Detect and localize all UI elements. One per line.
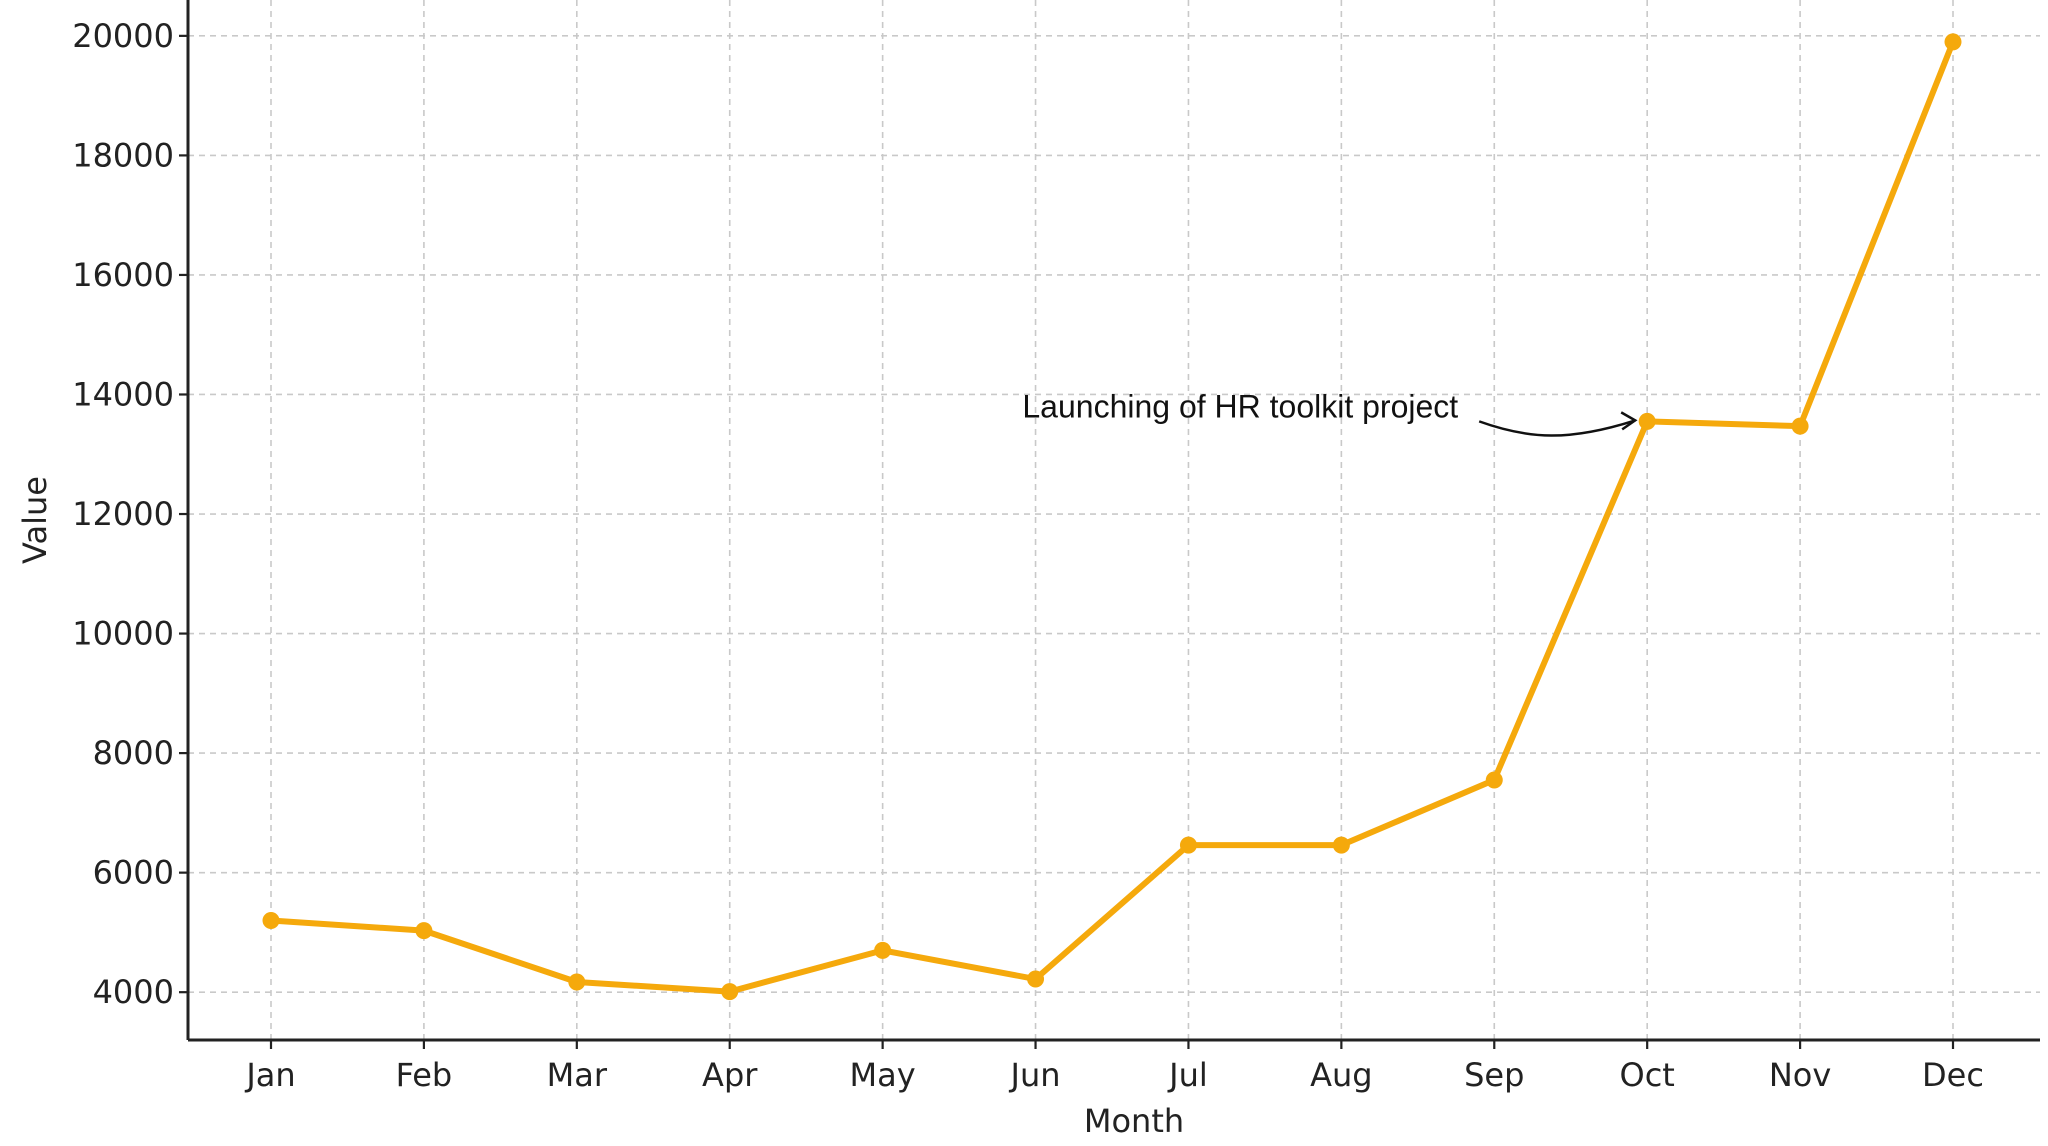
y-tick-label: 16000 [72, 256, 174, 294]
x-tick-label: Oct [1620, 1056, 1675, 1094]
series-layer [262, 33, 1962, 1001]
grid-layer [188, 0, 2040, 1040]
data-point [415, 922, 433, 940]
data-point [1638, 412, 1656, 430]
data-point [874, 941, 892, 959]
data-point [1944, 33, 1962, 51]
line-chart: 4000 6000 8000 10000 12000 14000 16000 18000 200… [0, 0, 2048, 1146]
series-line [268, 38, 1956, 995]
y-axis-title: Value [16, 476, 54, 564]
annotation-layer: Launching of HR toolkit project [1022, 388, 1638, 437]
annotation-arrow [1478, 419, 1636, 437]
x-tick-label: Nov [1769, 1056, 1831, 1094]
data-point [568, 973, 586, 991]
x-tick-label: Mar [547, 1056, 608, 1094]
x-tick-label: Jun [1009, 1056, 1061, 1094]
y-tick-label: 18000 [72, 136, 174, 174]
ticks-layer: 4000 6000 8000 10000 12000 14000 16000 18000 200… [72, 17, 1984, 1094]
x-tick-label: Dec [1922, 1056, 1984, 1094]
annotation-text: Launching of HR toolkit project [1022, 388, 1458, 424]
x-axis-title: Month [1084, 1102, 1184, 1140]
y-tick-label: 4000 [93, 973, 174, 1011]
data-point [1179, 836, 1197, 854]
x-tick-label: Feb [396, 1056, 453, 1094]
y-tick-label: 20000 [72, 17, 174, 55]
y-tick-label: 8000 [93, 734, 174, 772]
data-point [1791, 417, 1809, 435]
data-point [1332, 836, 1350, 854]
data-point [1027, 970, 1045, 988]
annotation-arrowhead-icon [1620, 411, 1638, 431]
y-tick-label: 12000 [72, 495, 174, 533]
chart-svg: 4000 6000 8000 10000 12000 14000 16000 18000 200… [16, 0, 2040, 1140]
y-tick-label: 14000 [72, 375, 174, 413]
x-tick-label: Sep [1464, 1056, 1524, 1094]
x-tick-label: May [850, 1056, 916, 1094]
x-tick-label: Apr [702, 1056, 758, 1094]
data-point [721, 983, 739, 1001]
data-point [262, 911, 280, 929]
data-point [1485, 771, 1503, 789]
y-tick-label: 6000 [93, 854, 174, 892]
x-tick-label: Jan [244, 1056, 295, 1094]
x-tick-label: Jul [1167, 1056, 1208, 1094]
y-tick-label: 10000 [72, 615, 174, 653]
x-tick-label: Aug [1310, 1056, 1372, 1094]
